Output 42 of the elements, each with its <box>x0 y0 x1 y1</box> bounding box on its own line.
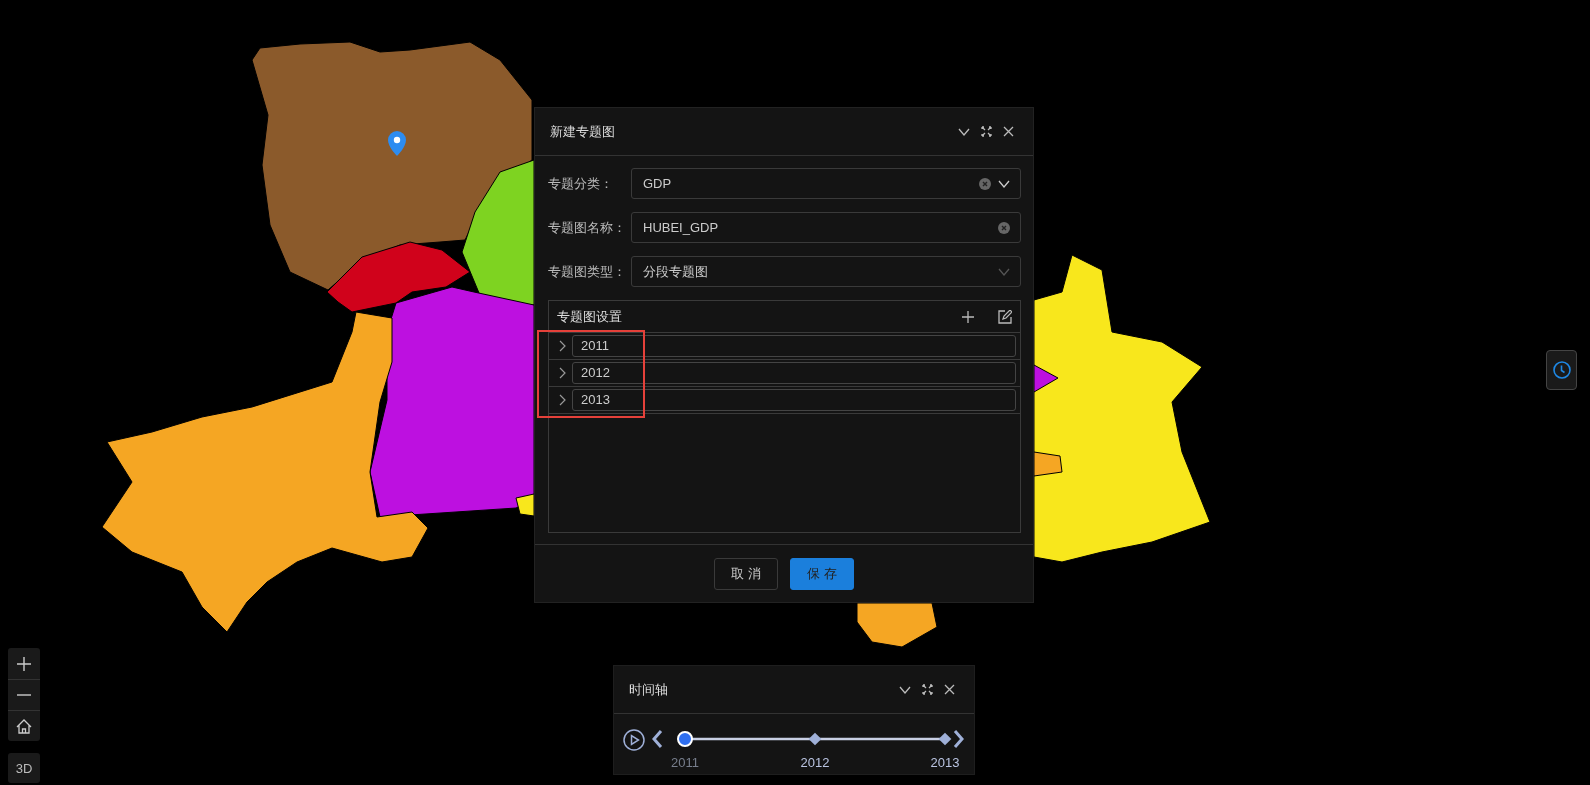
save-button[interactable]: 保 存 <box>790 557 854 590</box>
chevron-right-icon[interactable] <box>558 394 568 406</box>
timeline-button[interactable] <box>1546 350 1577 390</box>
fullscreen-icon[interactable] <box>981 126 992 137</box>
field-label: 专题分类： <box>548 174 614 193</box>
dialog-title: 新建专题图 <box>550 122 616 141</box>
add-icon[interactable] <box>962 310 974 323</box>
timeline-stop[interactable] <box>938 732 952 746</box>
clear-icon[interactable] <box>998 221 1010 234</box>
timeline-current-stop[interactable] <box>677 731 693 747</box>
edit-icon[interactable] <box>998 309 1012 324</box>
chevron-right-icon[interactable] <box>558 367 568 379</box>
fullscreen-icon[interactable] <box>922 684 933 695</box>
next-icon[interactable] <box>953 729 965 749</box>
home-icon[interactable] <box>16 718 32 734</box>
field-label: 专题图名称： <box>548 218 627 237</box>
close-icon[interactable] <box>1003 126 1014 137</box>
chevron-right-icon[interactable] <box>558 340 568 352</box>
clock-icon <box>1552 361 1571 379</box>
input-field[interactable]: HUBEI_GDP <box>631 212 1021 243</box>
location-pin-icon[interactable] <box>388 131 406 156</box>
field-label: 专题图类型： <box>548 262 627 281</box>
play-icon[interactable] <box>623 729 645 751</box>
zoom-in-icon[interactable] <box>17 656 31 671</box>
3d-mode-button[interactable]: 3D <box>8 753 40 783</box>
cancel-button[interactable]: 取 消 <box>714 557 778 590</box>
collapse-icon[interactable] <box>899 685 911 694</box>
tree-item[interactable]: 2011 <box>572 335 1016 357</box>
timeline-title: 时间轴 <box>629 680 669 699</box>
tree-item[interactable]: 2012 <box>572 362 1016 384</box>
clear-icon[interactable] <box>979 177 991 190</box>
select-field[interactable]: GDP <box>631 168 1021 199</box>
timeline-year[interactable]: 2013 <box>930 755 960 770</box>
timeline-stop[interactable] <box>808 732 822 746</box>
timeline-year[interactable]: 2012 <box>800 755 830 770</box>
select-field[interactable]: 分段专题图 <box>631 256 1021 287</box>
settings-title: 专题图设置 <box>557 307 623 326</box>
close-icon[interactable] <box>944 684 955 695</box>
previous-icon[interactable] <box>651 729 663 749</box>
timeline-year[interactable]: 2011 <box>671 755 699 770</box>
collapse-icon[interactable] <box>958 127 970 136</box>
tree-item[interactable]: 2013 <box>572 389 1016 411</box>
